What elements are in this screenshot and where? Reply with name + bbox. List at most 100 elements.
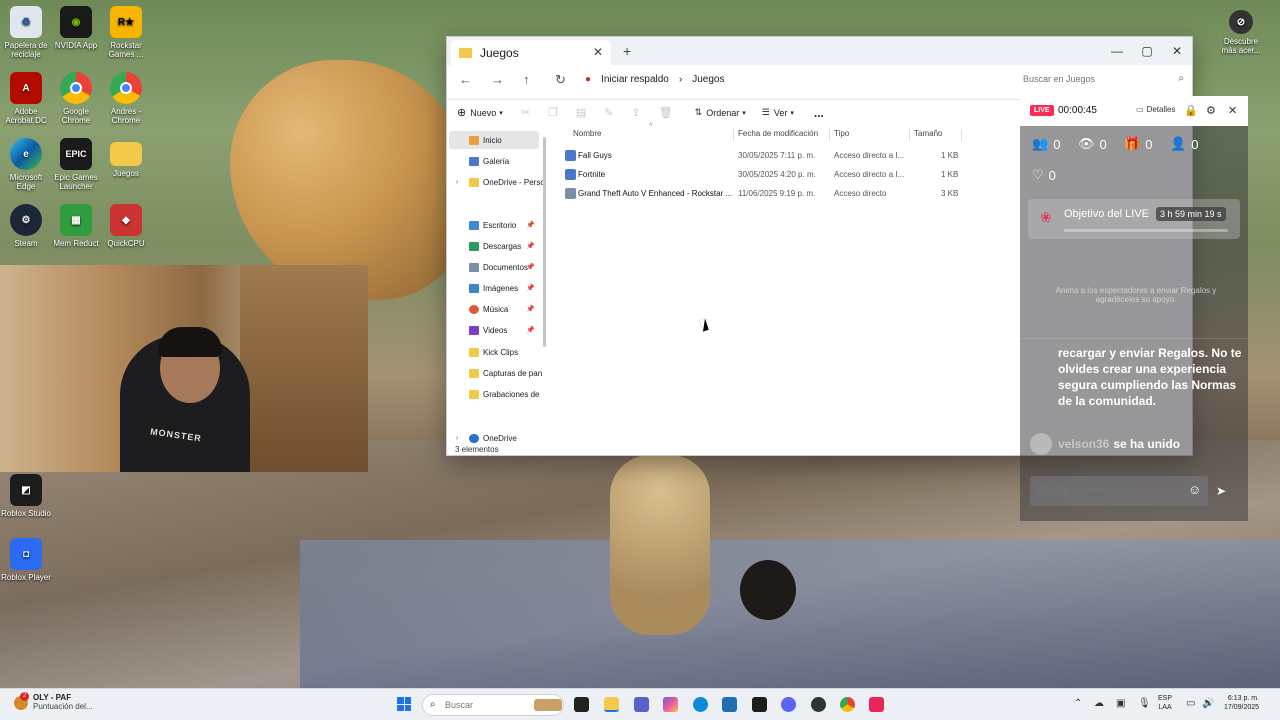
- close-window-button[interactable]: ✕: [1162, 37, 1192, 65]
- minimize-button[interactable]: —: [1102, 37, 1132, 65]
- breadcrumb-item[interactable]: Juegos: [692, 74, 724, 85]
- nav-item-videos[interactable]: Videos 📌: [449, 321, 539, 339]
- nav-item-imagenes[interactable]: Imágenes 📌: [449, 279, 539, 297]
- copilot-icon[interactable]: [663, 697, 678, 712]
- close-tab-icon[interactable]: ✕: [593, 45, 603, 59]
- comment-input[interactable]: [1030, 476, 1208, 506]
- chevron-right-icon: ›: [678, 73, 683, 85]
- desktop-icon-steam[interactable]: ⚙ Steam: [0, 204, 52, 248]
- joined-username[interactable]: velson36: [1058, 437, 1109, 451]
- sort-button[interactable]: ⇅ Ordenar ▾: [695, 107, 746, 118]
- title-bar[interactable]: Juegos ✕ + — ▢ ✕: [447, 37, 1192, 65]
- file-type: Acceso directo a I...: [834, 151, 905, 160]
- more-options-button[interactable]: ...: [814, 106, 824, 120]
- new-button[interactable]: ⊕ Nuevo ▾: [457, 106, 503, 119]
- column-divider[interactable]: [909, 129, 910, 141]
- desktop-icon-chrome[interactable]: Google Chrome: [50, 72, 102, 125]
- back-arrow-icon[interactable]: ←: [459, 72, 472, 87]
- column-divider[interactable]: [733, 129, 734, 141]
- nav-item-escritorio[interactable]: Escritorio 📌: [449, 216, 539, 234]
- store-icon[interactable]: [722, 697, 737, 712]
- edge-icon[interactable]: [693, 697, 708, 712]
- nav-item-documentos[interactable]: Documentos 📌: [449, 258, 539, 276]
- nav-item-musica[interactable]: Música 📌: [449, 300, 539, 318]
- view-button[interactable]: ☰ Ver ▾: [762, 107, 794, 118]
- file-row[interactable]: Fortnite 30/05/2025 4:20 p. m. Acceso di…: [565, 166, 965, 184]
- teams-icon[interactable]: [634, 697, 649, 712]
- copy-icon[interactable]: ❐: [548, 106, 558, 119]
- close-icon[interactable]: ✕: [1228, 104, 1237, 117]
- app-tray-icon[interactable]: ▣: [1116, 698, 1125, 709]
- desktop-icon-recycle-bin[interactable]: ♻ Papelera de reciclaje: [0, 6, 52, 59]
- clock[interactable]: 6:13 p. m. 17/09/2025: [1224, 694, 1259, 712]
- chrome-icon[interactable]: [840, 697, 855, 712]
- desktop-icon-epic[interactable]: EPIC Epic Games Launcher: [50, 138, 102, 191]
- start-button[interactable]: [397, 697, 411, 711]
- nav-item-capturas[interactable]: Capturas de pan: [449, 364, 542, 382]
- discord-icon[interactable]: [781, 697, 796, 712]
- breadcrumb-item[interactable]: Iniciar respaldo: [601, 74, 669, 85]
- chevron-up-icon[interactable]: ⌃: [1074, 698, 1082, 709]
- language-indicator[interactable]: ESP LAA: [1158, 694, 1172, 712]
- file-row[interactable]: Grand Theft Auto V Enhanced - Rockstar .…: [565, 185, 965, 203]
- desktop-icon-acrobat[interactable]: A Adobe Acrobat DC: [0, 72, 52, 125]
- nav-item-descargas[interactable]: Descargas 📌: [449, 237, 539, 255]
- rename-icon[interactable]: ✎: [604, 106, 613, 119]
- nav-item-inicio[interactable]: Inicio: [449, 131, 539, 149]
- nav-item-kick-clips[interactable]: Kick Clips: [449, 343, 539, 361]
- nav-item-onedrive[interactable]: › OneDrive: [449, 429, 539, 445]
- forward-arrow-icon[interactable]: →: [491, 72, 504, 87]
- desktop-icon-rockstar[interactable]: R★ Rockstar Games ...: [100, 6, 152, 59]
- breadcrumb[interactable]: ● Iniciar respaldo › Juegos: [585, 68, 1005, 90]
- cloud-offline-icon[interactable]: ☁: [1094, 698, 1104, 709]
- emoji-icon[interactable]: ☺: [1188, 482, 1201, 497]
- tiktok-live-icon[interactable]: [869, 697, 884, 712]
- desktop-icon-nvidia[interactable]: ◉ NVIDIA App: [50, 6, 102, 50]
- widgets-button[interactable]: 2 OLY - PAF Puntuación del...: [14, 692, 93, 711]
- paste-icon[interactable]: ▤: [576, 106, 586, 119]
- lock-icon[interactable]: 🔒: [1184, 104, 1198, 117]
- desktop-discover[interactable]: ⊘ Descubre más acer...: [1216, 10, 1266, 55]
- obs-icon[interactable]: [811, 697, 826, 712]
- share-icon[interactable]: ⇪: [631, 106, 640, 119]
- column-size[interactable]: Tamaño: [914, 129, 942, 138]
- search-input[interactable]: [1017, 68, 1192, 90]
- desktop-icon-quickcpu[interactable]: ◆ QuickCPU: [100, 204, 152, 248]
- up-arrow-icon[interactable]: ↑: [523, 72, 530, 87]
- task-view-icon[interactable]: [574, 697, 589, 712]
- column-date[interactable]: Fecha de modificación: [738, 129, 818, 138]
- epic-games-icon[interactable]: [752, 697, 767, 712]
- chevron-right-icon[interactable]: ›: [456, 179, 458, 186]
- tab-juegos[interactable]: Juegos ✕: [451, 40, 611, 65]
- settings-icon[interactable]: ⚙: [1206, 104, 1216, 117]
- desktop-icon-roblox-player[interactable]: ◘ Roblox Player: [0, 538, 52, 582]
- new-tab-button[interactable]: +: [623, 43, 631, 59]
- file-explorer-taskbar-icon[interactable]: [604, 697, 619, 712]
- send-icon[interactable]: ➤: [1216, 484, 1226, 498]
- details-button[interactable]: ▭ Detalles: [1136, 105, 1175, 114]
- nav-item-galeria[interactable]: Galería: [449, 152, 539, 170]
- desktop-icon-chrome-profile[interactable]: Andres - Chrome: [100, 72, 152, 125]
- desktop-icon-juegos[interactable]: Juegos: [100, 138, 152, 178]
- nav-item-onedrive-personal[interactable]: › OneDrive - Perso: [449, 173, 545, 191]
- desktop-icon-roblox-studio[interactable]: ◩ Roblox Studio: [0, 474, 52, 518]
- speaker-icon[interactable]: 🔊: [1202, 698, 1214, 709]
- delete-icon[interactable]: 🗑: [659, 106, 673, 119]
- desktop-icon-edge[interactable]: e Microsoft Edge: [0, 138, 52, 191]
- cut-icon[interactable]: ✂: [521, 106, 530, 119]
- nav-scrollbar[interactable]: [543, 137, 546, 347]
- column-type[interactable]: Tipo: [834, 129, 849, 138]
- column-divider[interactable]: [829, 129, 830, 141]
- maximize-button[interactable]: ▢: [1132, 37, 1162, 65]
- desktop-icon-mem-reduct[interactable]: ▦ Mem Reduct: [50, 204, 102, 248]
- nav-item-grabaciones[interactable]: Grabaciones de: [449, 385, 539, 403]
- column-name[interactable]: Nombre: [573, 129, 601, 138]
- file-row[interactable]: Fall Guys 30/05/2025 7:11 p. m. Acceso d…: [565, 147, 965, 165]
- column-divider[interactable]: [961, 129, 962, 141]
- search-highlight-icon: [534, 699, 562, 711]
- live-goal-card[interactable]: ❀ Objetivo del LIVE 3 h 59 min 19 s: [1028, 199, 1240, 239]
- chevron-right-icon[interactable]: ›: [456, 435, 458, 442]
- microphone-icon[interactable]: 🎙: [1138, 698, 1151, 709]
- network-icon[interactable]: ▭: [1186, 698, 1195, 709]
- refresh-icon[interactable]: ↻: [555, 72, 566, 88]
